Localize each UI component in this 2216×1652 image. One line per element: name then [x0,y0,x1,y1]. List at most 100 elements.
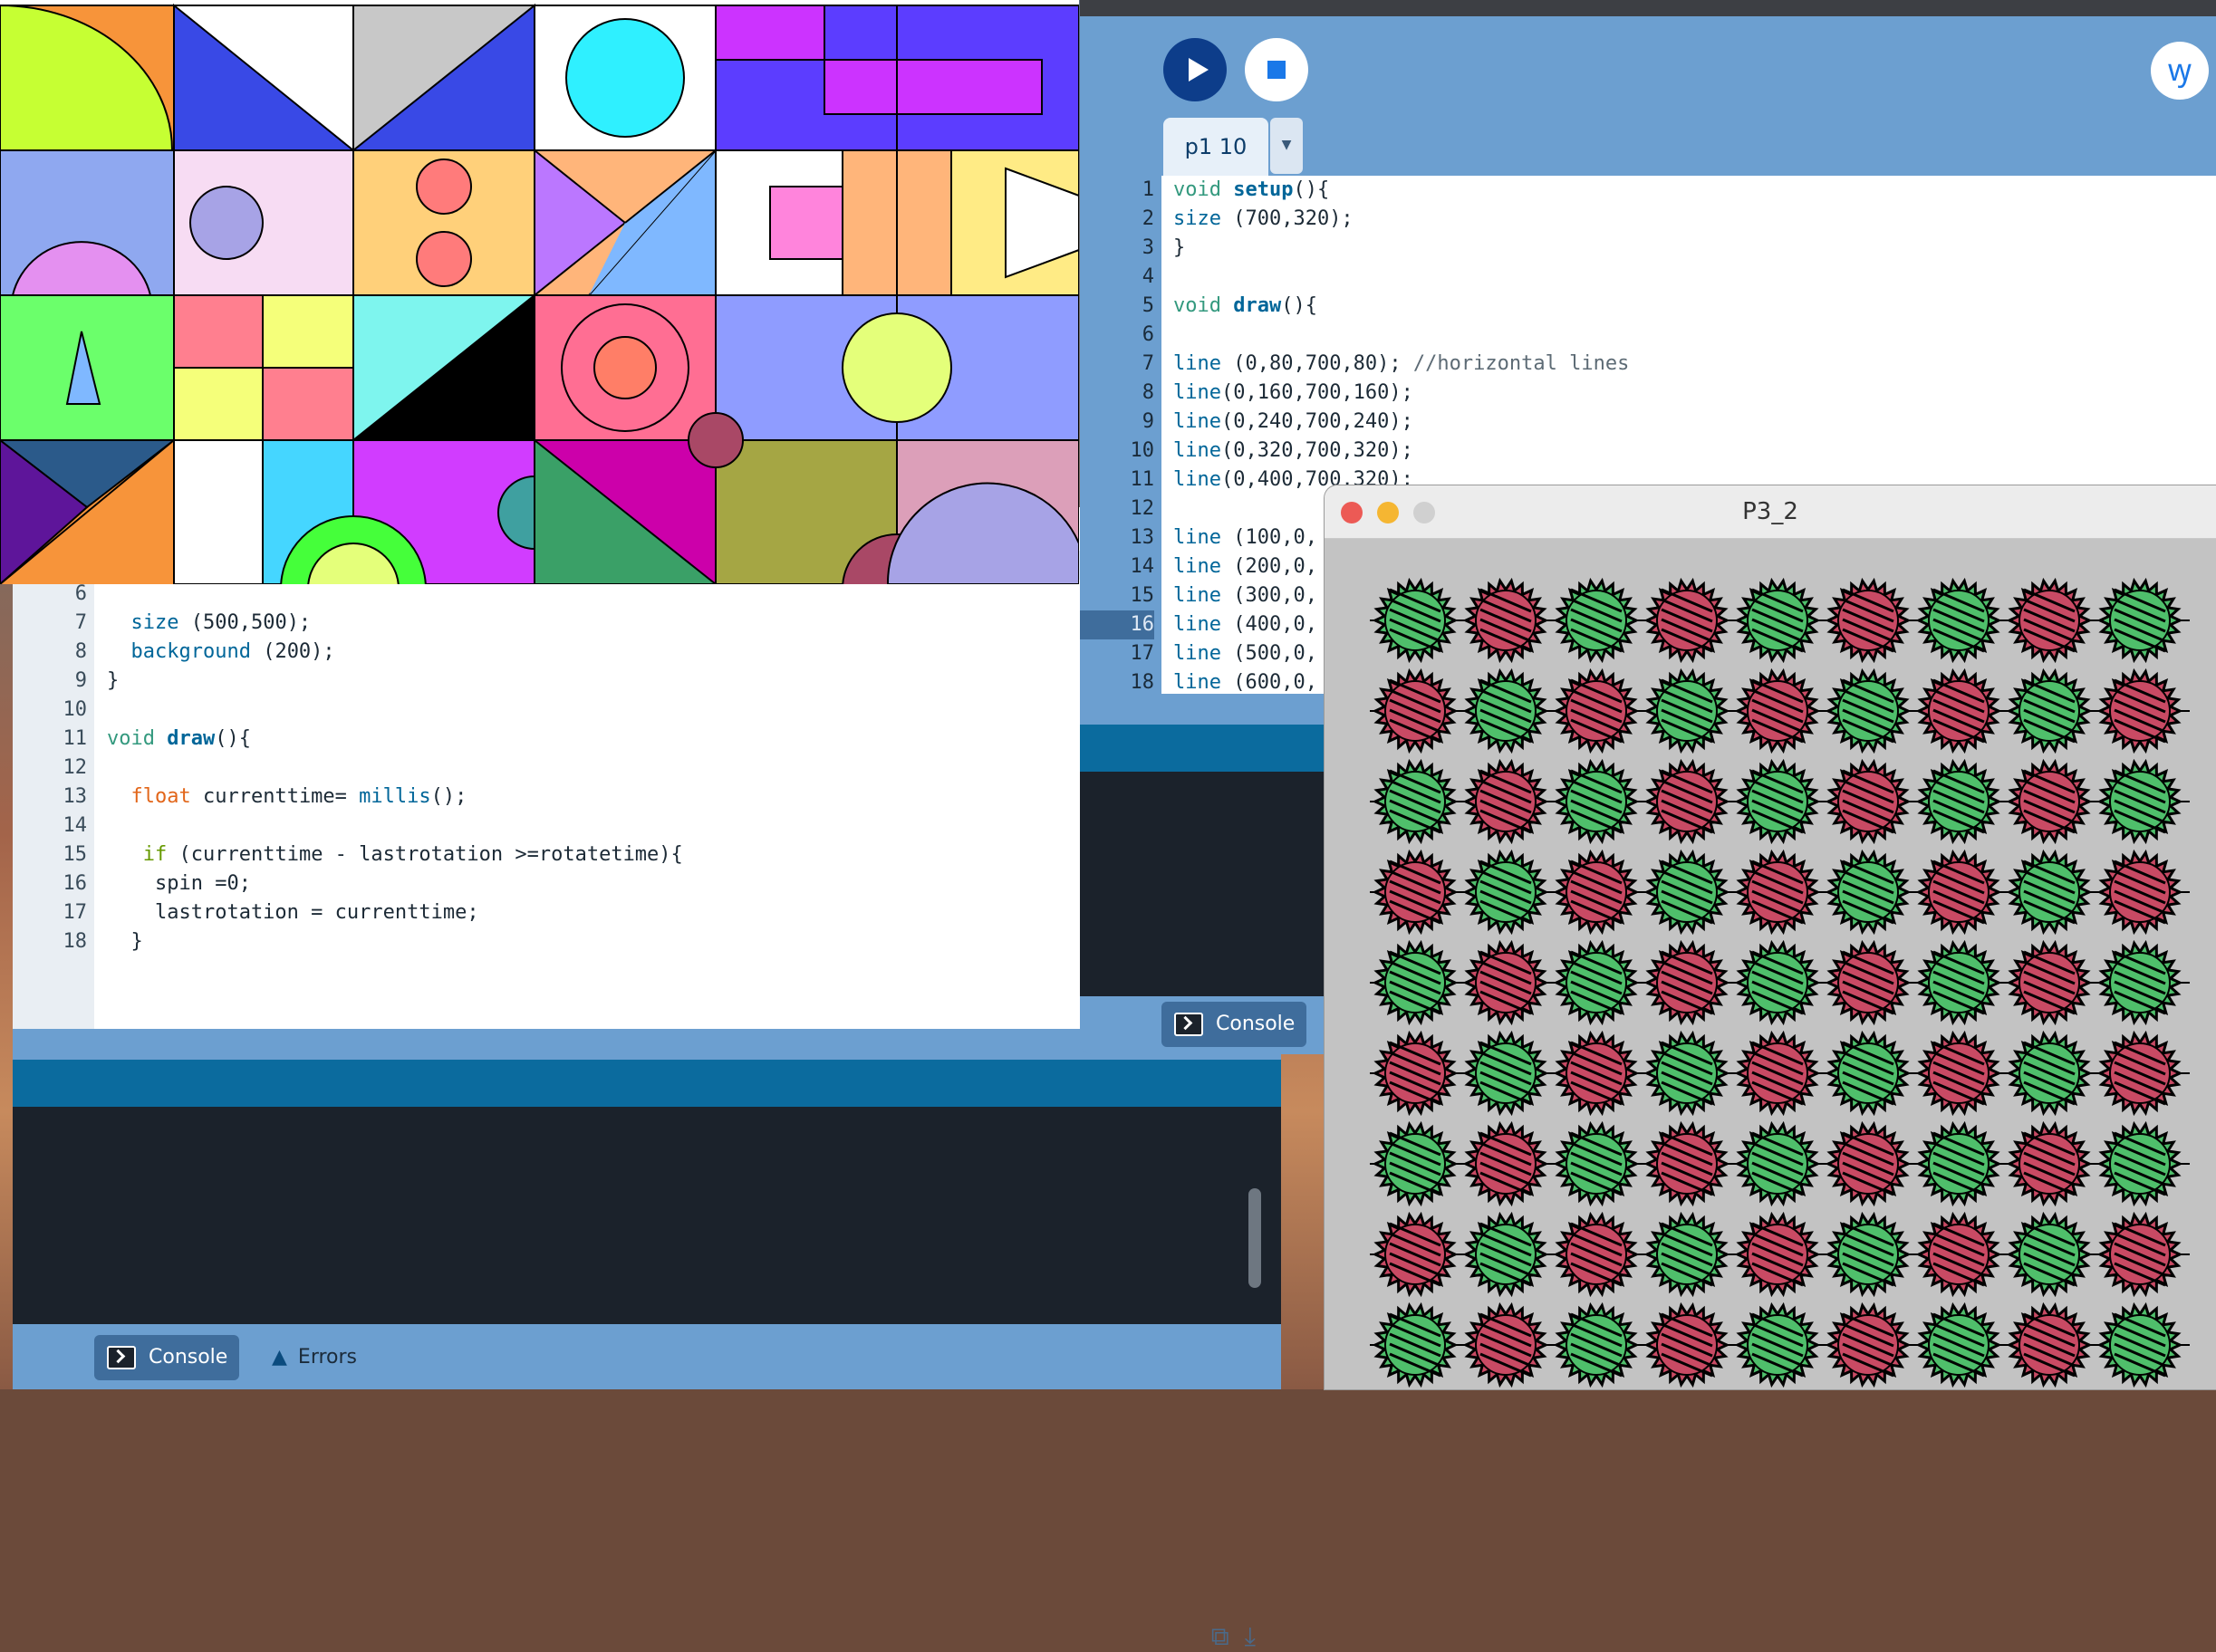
spiky-ball [1553,1030,1640,1117]
line-number: 13 [63,785,88,808]
code-line[interactable]: 5 void draw(){ [1080,292,2216,321]
code-text: line (200,0, [1173,555,1317,578]
line-number: 18 [63,930,88,953]
code-line[interactable]: 3} [1080,234,2216,263]
code-line[interactable]: 2 size (700,320); [1080,205,2216,234]
spiky-ball [1643,1120,1730,1207]
console-output[interactable] [13,1107,1281,1324]
spiky-ball [1553,1301,1640,1388]
zoom-icon[interactable] [1413,502,1435,523]
spiky-ball [1734,1120,1821,1207]
spiky-ball [2096,1030,2183,1117]
spiky-ball-grid [1370,577,2190,1388]
spiky-ball [1825,939,1912,1026]
code-text: line (400,0, [1173,613,1317,636]
spiky-ball [1915,1211,2002,1298]
code-text: line (100,0, [1173,526,1317,549]
code-line[interactable]: 1 void setup(){ [1080,176,2216,205]
spiky-ball [1462,668,1549,754]
tab-console-right[interactable]: Console [1161,1002,1306,1047]
console-icon [107,1346,136,1369]
tab-console-right-label: Console [1216,1013,1296,1035]
code-line[interactable]: 8 line(0,160,700,160); [1080,379,2216,408]
tab-menu-arrow[interactable]: ▼ [1270,118,1303,174]
code-line[interactable]: 7 line (0,80,700,80); //horizontal lines [1080,350,2216,379]
sketch-canvas-geometric [0,0,1079,584]
spiky-ball [2006,1030,2093,1117]
spiky-ball [1462,577,1549,664]
spiky-ball [1462,1211,1549,1298]
close-icon[interactable] [1341,502,1363,523]
copy-icon[interactable]: ⧉ [1211,1621,1229,1651]
spiky-ball [1553,1211,1640,1298]
console-tools: ⧉ ⤓ [1211,1621,1256,1652]
spiky-ball [1553,1120,1640,1207]
window-title: P3_2 [1325,485,2216,539]
line-number: 2 [1142,207,1154,230]
line-number: 12 [1130,497,1155,520]
spiky-ball [1553,849,1640,936]
code-text: void draw(){ [1173,294,1317,317]
spiky-ball [1372,668,1459,754]
debug-button[interactable]: ꝡ [2151,42,2209,100]
code-text: line(0,320,700,320); [1173,439,1413,462]
stop-button[interactable] [1245,38,1308,101]
code-text: void setup(){ [1173,178,1330,201]
spiky-ball [1462,1301,1549,1388]
tab-sketch[interactable]: p1 10 [1163,118,1268,176]
code-text: line(0,240,700,240); [1173,410,1413,433]
geometric-artwork [0,3,1079,584]
spiky-ball [1462,1120,1549,1207]
spiky-ball [2096,849,2183,936]
window-title-text: P3_2 [1742,498,1798,525]
code-text: } [1173,236,1186,259]
spiky-ball [1825,758,1912,845]
spiky-ball [2006,849,2093,936]
line-number: 16 [63,872,88,895]
console-icon [1174,1013,1203,1036]
minimize-icon[interactable] [1377,502,1399,523]
output-window-p3: P3_2 [1325,485,2216,1389]
tab-errors[interactable]: ▲ Errors [254,1335,381,1380]
spiky-ball [1915,668,2002,754]
code-text: if (currenttime - lastrotation >=rotatet… [142,843,683,866]
spiky-ball [1825,668,1912,754]
spiky-ball [1915,1301,2002,1388]
code-text: lastrotation = currenttime; [107,901,479,924]
code-text: background (200); [130,640,335,663]
line-number: 15 [1130,584,1155,607]
spiky-ball [2006,1211,2093,1298]
spiky-ball [2096,939,2183,1026]
line-number: 5 [1142,294,1154,317]
line-number: 9 [74,669,87,692]
line-number: 3 [1142,236,1154,259]
line-number: 9 [1142,410,1154,433]
line-number: 17 [1130,642,1155,665]
code-line[interactable]: 6 [1080,321,2216,350]
spiky-ball [1643,1030,1730,1117]
spiky-ball [1734,1030,1821,1117]
spiky-ball [1825,577,1912,664]
spiky-ball [2096,577,2183,664]
spiky-ball [1372,849,1459,936]
footer-tabs: Console ▲ Errors [13,1324,1281,1389]
line-number: 7 [74,611,87,634]
run-button[interactable] [1163,38,1227,101]
console-header: ⧉ ⤓ [13,1060,1281,1651]
spiky-ball [1372,1120,1459,1207]
code-line[interactable]: 10 line(0,320,700,320); [1080,437,2216,466]
spiky-ball [1643,849,1730,936]
tab-console[interactable]: Console [94,1335,239,1380]
code-line[interactable]: 9 line(0,240,700,240); [1080,408,2216,437]
spiky-ball [1643,758,1730,845]
line-number: 11 [63,727,88,750]
console-scrollbar[interactable] [1248,1188,1261,1288]
line-number: 12 [63,756,88,779]
spiky-ball [1915,1120,2002,1207]
spiky-ball [1643,1211,1730,1298]
spiky-ball [1553,939,1640,1026]
spiky-ball [1825,1030,1912,1117]
clear-console-icon[interactable]: ⤓ [1245,1621,1256,1651]
spiky-ball [2096,1211,2183,1298]
code-line[interactable]: 4 [1080,263,2216,292]
